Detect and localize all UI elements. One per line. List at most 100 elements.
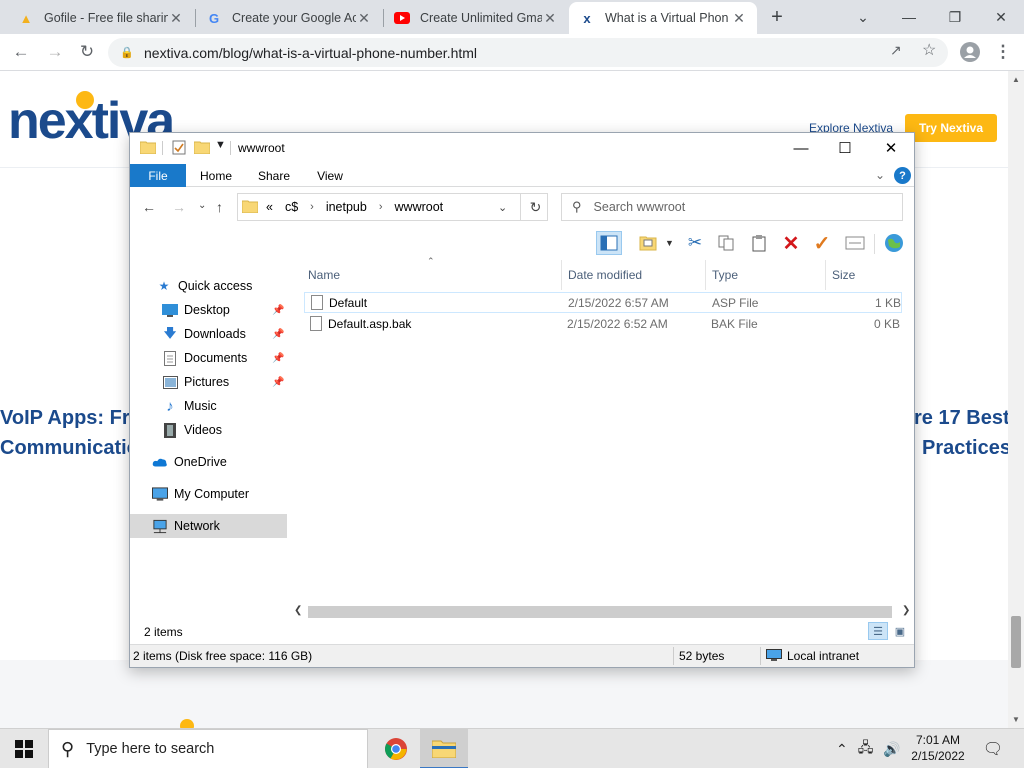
- breadcrumb-c[interactable]: c$: [285, 200, 298, 214]
- paste-clipboard-icon[interactable]: [746, 231, 772, 255]
- forward-arrow-icon[interactable]: →: [40, 37, 70, 67]
- globe-network-icon[interactable]: [881, 231, 907, 255]
- copy-icon[interactable]: [713, 231, 739, 255]
- explorer-minimize-button[interactable]: —: [778, 133, 824, 163]
- profile-avatar-icon[interactable]: [955, 37, 985, 67]
- menu-dots-icon[interactable]: ⋮: [988, 37, 1018, 67]
- up-arrow-icon[interactable]: ↑: [216, 199, 223, 215]
- breadcrumb-wwwroot[interactable]: wwwroot: [395, 200, 444, 214]
- column-header-name[interactable]: Name: [304, 260, 562, 290]
- nav-network[interactable]: Network: [130, 514, 287, 538]
- breadcrumb-chevron-icon[interactable]: ›: [379, 201, 383, 213]
- tab-home[interactable]: Home: [192, 164, 240, 187]
- share-icon[interactable]: ↗: [890, 42, 902, 59]
- tab-share[interactable]: Share: [250, 164, 298, 187]
- search-icon: ⚲: [61, 738, 75, 759]
- explorer-close-button[interactable]: ✕: [868, 133, 914, 163]
- properties-icon[interactable]: [635, 231, 661, 255]
- explorer-maximize-button[interactable]: ☐: [822, 133, 868, 163]
- nav-videos[interactable]: Videos: [130, 418, 287, 442]
- explorer-address-bar[interactable]: « c$ › inetpub › wwwroot ⌄ ↻: [237, 193, 548, 221]
- nav-my-computer[interactable]: My Computer: [130, 482, 287, 506]
- restore-button[interactable]: ❐: [932, 0, 978, 34]
- nav-desktop[interactable]: Desktop 📌: [130, 298, 287, 322]
- explorer-search-input[interactable]: ⚲ Search wwwroot: [561, 193, 903, 221]
- details-view-icon[interactable]: ☰: [868, 622, 888, 640]
- article-headline-left-line1[interactable]: VoIP Apps: Fre: [0, 403, 141, 433]
- new-tab-button[interactable]: +: [764, 0, 790, 34]
- tab-view[interactable]: View: [306, 164, 354, 187]
- network-icon: [152, 518, 168, 534]
- rename-check-icon[interactable]: ✓: [809, 231, 835, 255]
- article-headline-left-line2[interactable]: Communicatio: [0, 433, 139, 463]
- nav-pictures[interactable]: Pictures 📌: [130, 370, 287, 394]
- close-tab-icon[interactable]: ✕: [731, 10, 747, 27]
- expand-ribbon-chevron-icon[interactable]: ⌄: [875, 168, 885, 182]
- refresh-icon[interactable]: ↻: [520, 194, 550, 220]
- nav-quick-access[interactable]: ★ Quick access: [130, 274, 287, 298]
- close-tab-icon[interactable]: ✕: [168, 10, 184, 27]
- address-bar[interactable]: 🔒 nextiva.com/blog/what-is-a-virtual-pho…: [108, 38, 948, 67]
- address-prefix[interactable]: «: [266, 200, 273, 214]
- close-browser-button[interactable]: ✕: [978, 0, 1024, 34]
- scroll-right-arrow-icon[interactable]: ❯: [902, 605, 910, 616]
- breadcrumb-chevron-icon[interactable]: ›: [310, 201, 314, 213]
- breadcrumb-inetpub[interactable]: inetpub: [326, 200, 367, 214]
- tab-search-icon[interactable]: ⌄: [840, 0, 886, 34]
- select-all-icon[interactable]: [842, 231, 868, 255]
- network-status-icon[interactable]: 🖧: [858, 737, 874, 761]
- column-header-type[interactable]: Type: [708, 260, 826, 290]
- chrome-taskbar-icon[interactable]: [372, 729, 420, 768]
- volume-speaker-icon[interactable]: 🔊: [883, 741, 900, 758]
- scroll-left-arrow-icon[interactable]: ❮: [294, 605, 302, 616]
- address-dropdown-icon[interactable]: ⌄: [498, 201, 507, 214]
- column-header-size[interactable]: Size: [828, 260, 906, 290]
- back-arrow-icon[interactable]: ←: [142, 199, 156, 215]
- preview-pane-icon[interactable]: [596, 231, 622, 255]
- file-row[interactable]: Default 2/15/2022 6:57 AM ASP File 1 KB: [304, 292, 902, 313]
- reload-icon[interactable]: ↻: [72, 37, 102, 67]
- forward-arrow-icon[interactable]: →: [172, 199, 186, 215]
- tab-nextiva[interactable]: x What is a Virtual Phon ✕: [569, 2, 757, 34]
- bookmark-star-icon[interactable]: ☆: [922, 40, 936, 60]
- tab-file[interactable]: File: [130, 164, 186, 187]
- file-row[interactable]: Default.asp.bak 2/15/2022 6:52 AM BAK Fi…: [304, 314, 902, 335]
- back-arrow-icon[interactable]: ←: [6, 37, 36, 67]
- nav-music[interactable]: ♪ Music: [130, 394, 287, 418]
- system-clock[interactable]: 7:01 AM 2/15/2022: [905, 732, 971, 764]
- tab-gofile[interactable]: ▲ Gofile - Free file sharin ✕: [8, 2, 194, 34]
- file-explorer-taskbar-icon[interactable]: [420, 729, 468, 768]
- large-icons-view-icon[interactable]: ▣: [890, 622, 910, 640]
- tab-google[interactable]: G Create your Google Ac ✕: [196, 2, 382, 34]
- nav-documents[interactable]: Documents 📌: [130, 346, 287, 370]
- column-header-date-modified[interactable]: Date modified: [564, 260, 706, 290]
- scroll-up-arrow-icon[interactable]: ▲: [1012, 75, 1020, 84]
- delete-x-icon[interactable]: ✕: [778, 231, 804, 255]
- command-toolbar: ▼ ✂ ✕ ✓: [130, 228, 914, 258]
- close-tab-icon[interactable]: ✕: [542, 10, 558, 27]
- nav-downloads[interactable]: 🡇 Downloads 📌: [130, 322, 287, 346]
- properties-dropdown-icon[interactable]: ▼: [665, 238, 674, 248]
- article-headline-right-line1[interactable]: re 17 Best: [914, 403, 1008, 433]
- taskbar-search-input[interactable]: ⚲ Type here to search: [48, 729, 368, 768]
- new-folder-icon[interactable]: [193, 140, 211, 157]
- page-scrollbar[interactable]: ▲ ▼: [1008, 71, 1024, 728]
- tab-youtube[interactable]: Create Unlimited Gmai ✕: [384, 2, 568, 34]
- close-tab-icon[interactable]: ✕: [356, 10, 372, 27]
- notifications-icon[interactable]: 🗨: [978, 729, 1008, 768]
- minimize-button[interactable]: —: [886, 0, 932, 34]
- scrollbar-thumb[interactable]: [1011, 616, 1021, 668]
- horizontal-scrollbar[interactable]: ❮ ❯: [292, 603, 914, 621]
- article-headline-right-line2[interactable]: Practices: [922, 433, 1008, 463]
- cut-scissors-icon[interactable]: ✂: [682, 231, 708, 255]
- properties-checkbox-icon[interactable]: [172, 140, 186, 158]
- scroll-down-arrow-icon[interactable]: ▼: [1012, 715, 1020, 724]
- show-hidden-icons-chevron-icon[interactable]: ⌃: [836, 741, 848, 758]
- customize-quick-access-chevron-icon[interactable]: ▼: [215, 139, 226, 151]
- help-icon[interactable]: ?: [894, 167, 911, 184]
- windows-start-icon[interactable]: [0, 729, 48, 768]
- try-nextiva-button[interactable]: Try Nextiva: [905, 114, 997, 142]
- scrollbar-thumb[interactable]: [308, 606, 892, 618]
- recent-locations-chevron-icon[interactable]: ⌄: [198, 200, 206, 211]
- nav-onedrive[interactable]: OneDrive: [130, 450, 287, 474]
